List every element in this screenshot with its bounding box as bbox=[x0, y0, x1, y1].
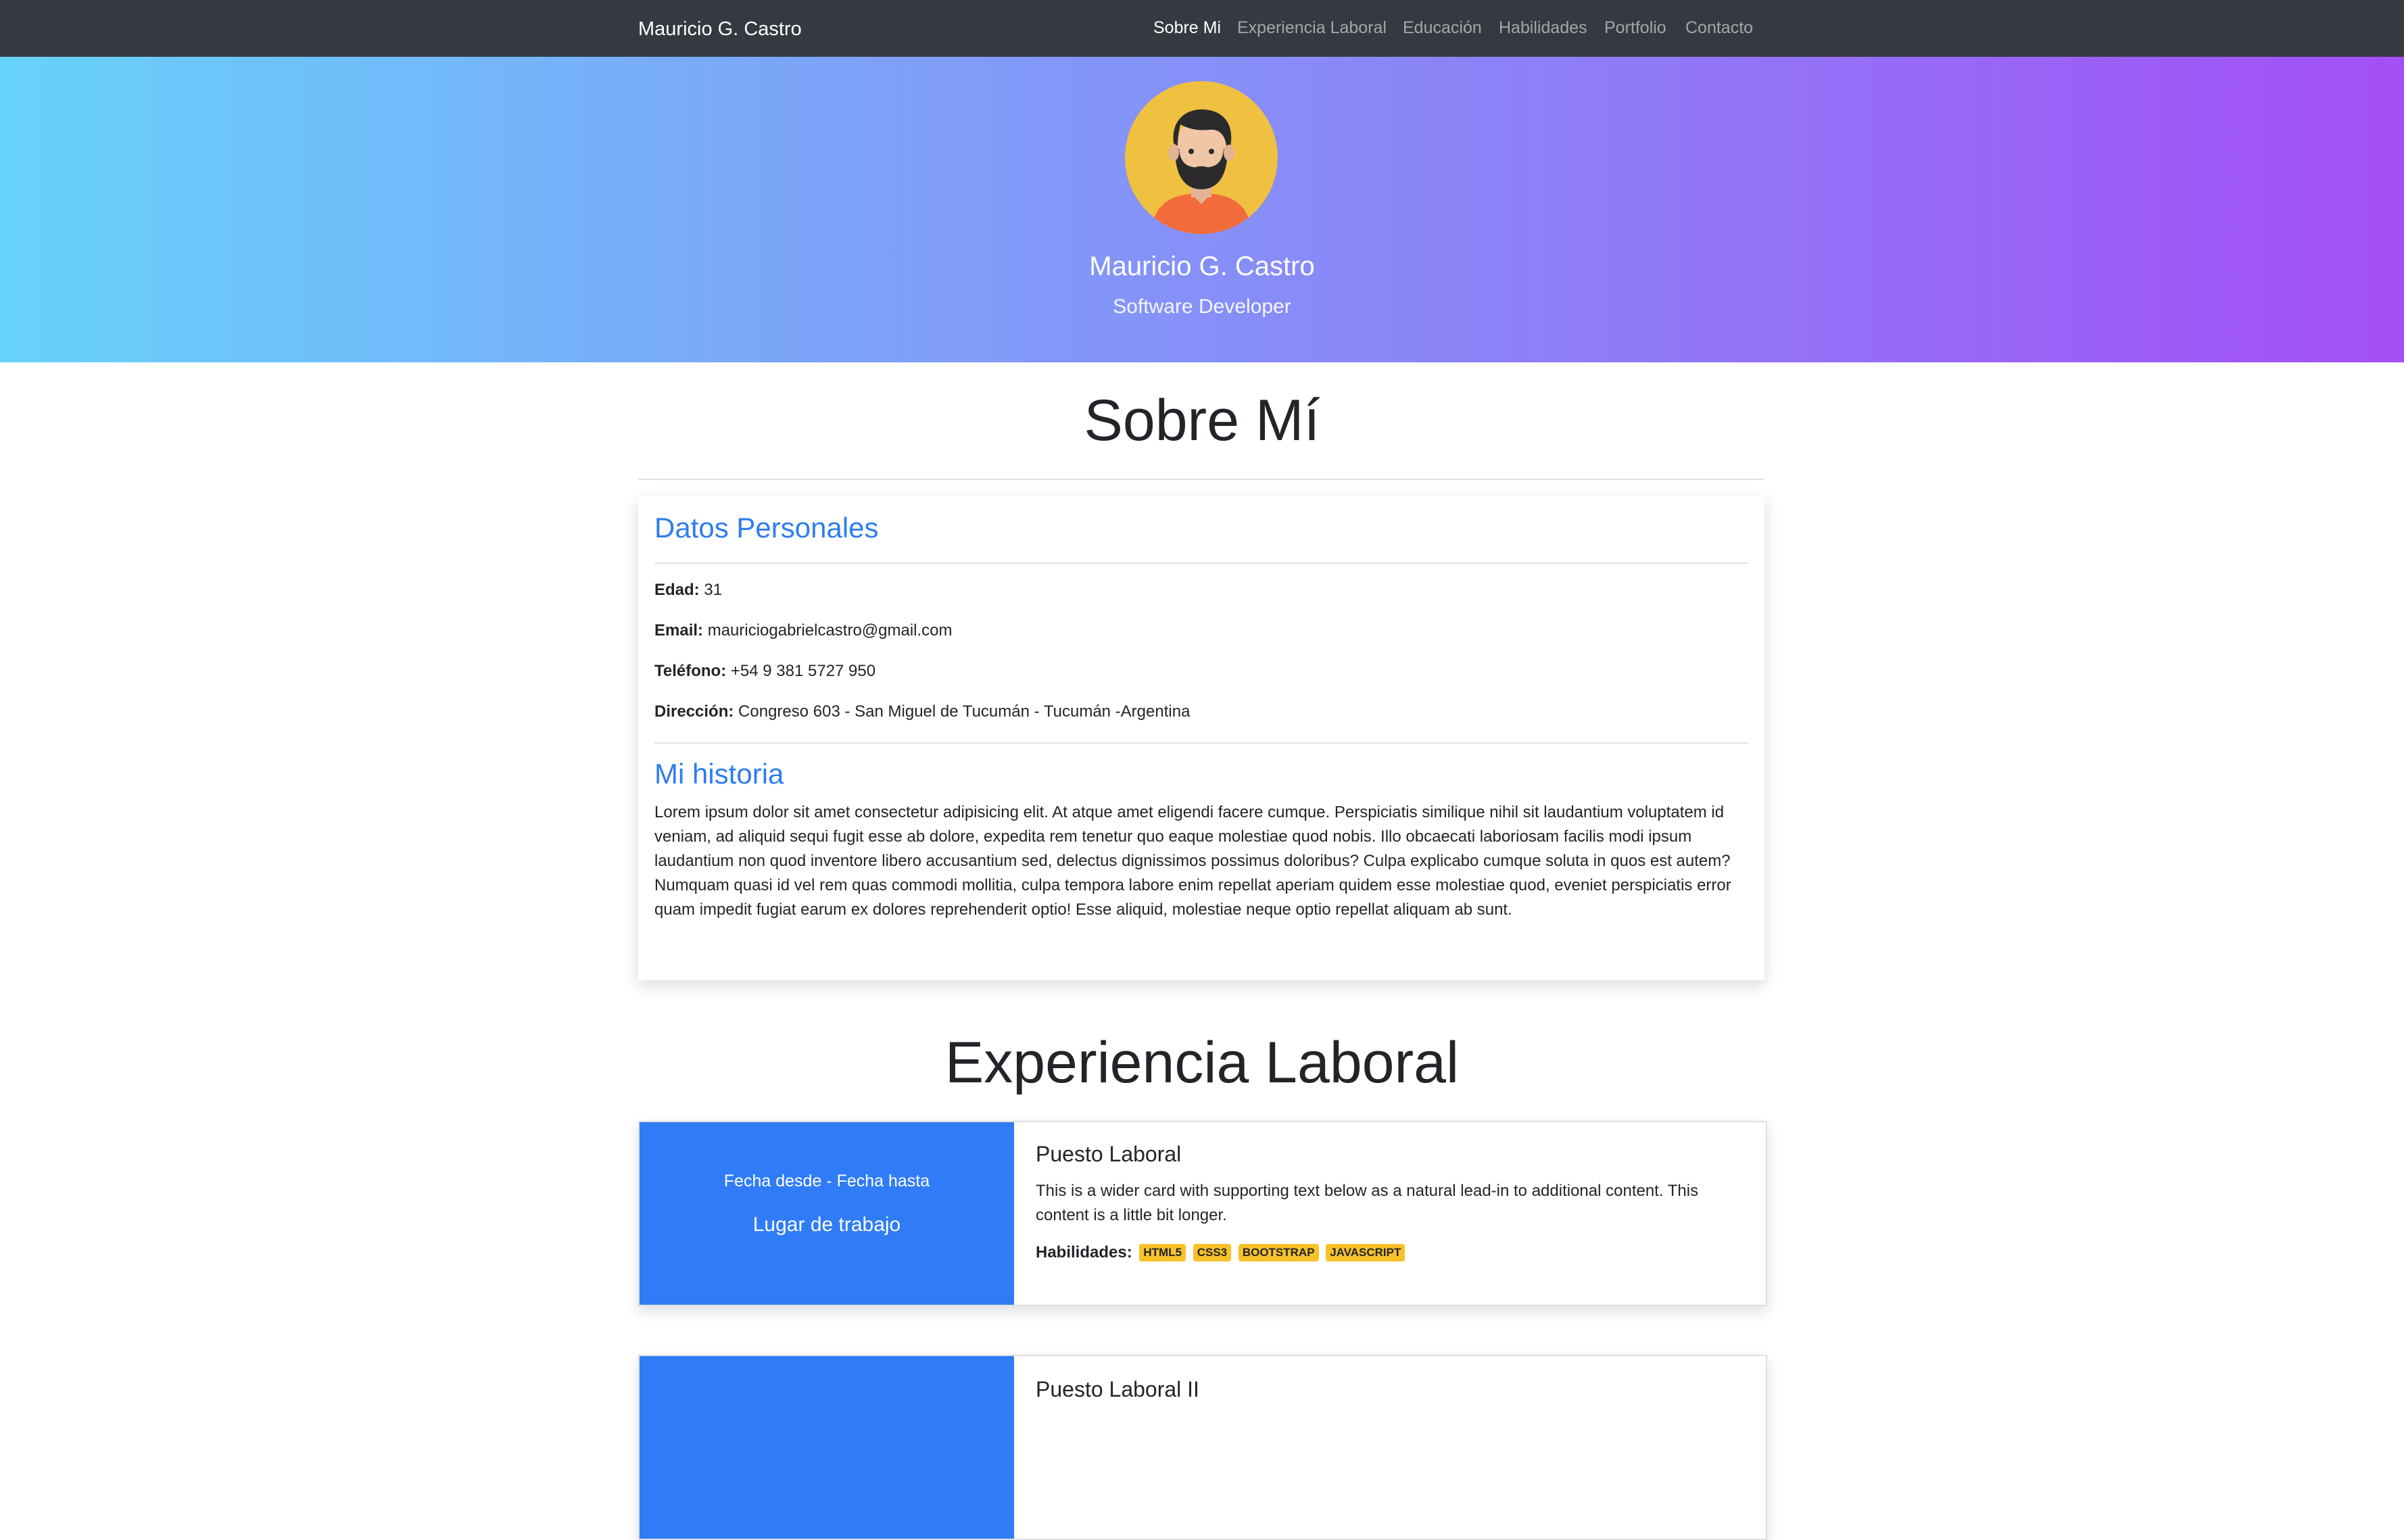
hero-name: Mauricio G. Castro bbox=[1089, 251, 1315, 281]
skill-badge: BOOTSTRAP bbox=[1238, 1244, 1319, 1261]
job-dates: Fecha desde - Fecha hasta bbox=[723, 1172, 930, 1190]
user-avatar-icon bbox=[1125, 81, 1278, 234]
skill-badge: CSS3 bbox=[1193, 1244, 1232, 1261]
job-skills: Habilidades: HTML5 CSS3 BOOTSTRAP JAVASC… bbox=[1036, 1243, 1405, 1263]
section-title-experiencia: Experiencia Laboral bbox=[944, 1030, 1460, 1095]
skill-badge: HTML5 bbox=[1139, 1244, 1186, 1261]
job-card: Fecha desde - Fecha hasta Lugar de traba… bbox=[638, 1121, 1767, 1306]
section-title-sobre-mi: Sobre Mí bbox=[1084, 388, 1320, 453]
job-card-date-panel: Fecha desde - Fecha hasta Lugar de traba… bbox=[640, 1122, 1014, 1305]
field-email: Email: mauriciogabrielcastro@gmail.com bbox=[654, 621, 953, 640]
field-telefono: Teléfono: +54 9 381 5727 950 bbox=[654, 662, 876, 680]
card-divider bbox=[654, 562, 1748, 564]
history-text: Lorem ipsum dolor sit amet consectetur a… bbox=[654, 803, 1731, 919]
skills-label: Habilidades: bbox=[1036, 1243, 1132, 1261]
nav-link-educacion[interactable]: Educación bbox=[1403, 18, 1482, 38]
top-navbar: Mauricio G. Castro Sobre Mi Experiencia … bbox=[0, 0, 2404, 57]
job-place: Lugar de trabajo bbox=[752, 1213, 901, 1236]
nav-link-habilidades[interactable]: Habilidades bbox=[1499, 18, 1587, 38]
hero-role: Software Developer bbox=[1113, 295, 1291, 318]
nav-link-experiencia-laboral[interactable]: Experiencia Laboral bbox=[1237, 18, 1387, 38]
personal-data-heading: Datos Personales bbox=[654, 512, 879, 544]
nav-link-sobre-mi[interactable]: Sobre Mi bbox=[1153, 18, 1221, 38]
job-title: Puesto Laboral II bbox=[1036, 1377, 1199, 1401]
history-heading: Mi historia bbox=[654, 758, 784, 790]
section-divider bbox=[638, 479, 1764, 480]
job-description: This is a wider card with supporting tex… bbox=[1036, 1182, 1699, 1224]
nav-link-portfolio[interactable]: Portfolio bbox=[1604, 18, 1666, 38]
card-divider bbox=[654, 742, 1748, 744]
nav-link-contacto[interactable]: Contacto bbox=[1685, 18, 1753, 38]
hero-banner: Mauricio G. Castro Software Developer bbox=[0, 57, 2404, 362]
field-direccion: Dirección: Congreso 603 - San Miguel de … bbox=[654, 702, 1191, 721]
about-card: Datos Personales Edad: 31 Email: maurici… bbox=[638, 496, 1764, 980]
skill-badge: JAVASCRIPT bbox=[1326, 1244, 1405, 1261]
navbar-brand[interactable]: Mauricio G. Castro bbox=[638, 18, 802, 41]
job-card: Puesto Laboral II bbox=[638, 1355, 1767, 1540]
job-card-date-panel bbox=[640, 1356, 1014, 1539]
field-edad: Edad: 31 bbox=[654, 581, 723, 599]
job-title: Puesto Laboral bbox=[1036, 1142, 1182, 1166]
